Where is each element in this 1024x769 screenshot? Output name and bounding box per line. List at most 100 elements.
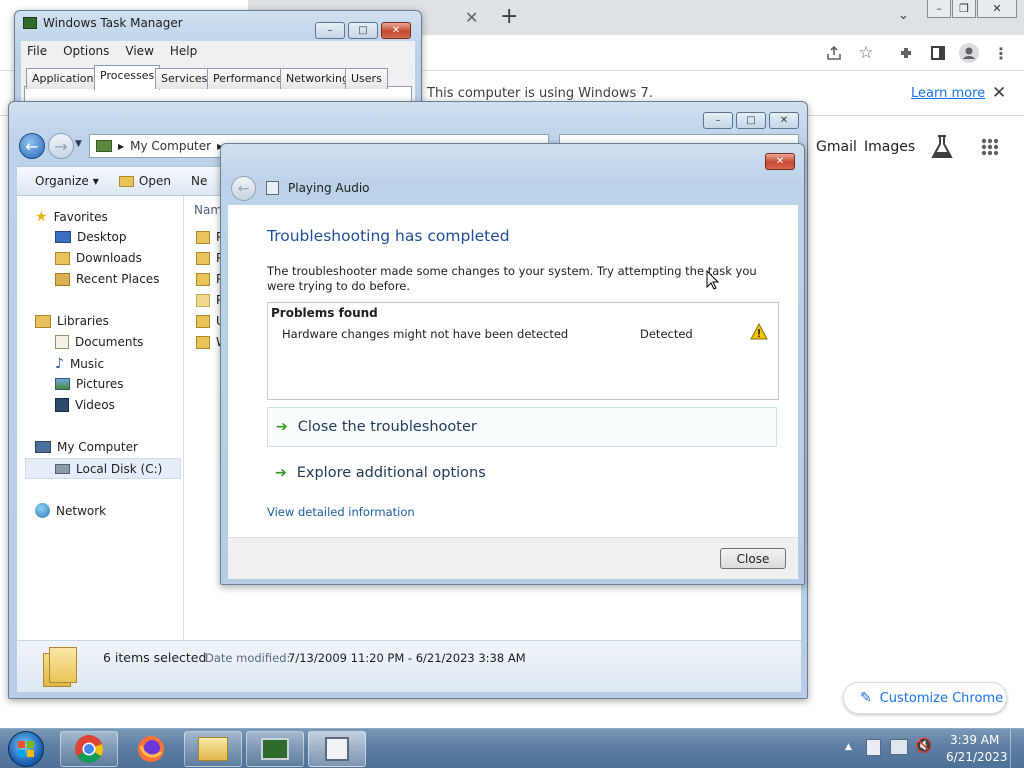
hard-drive-icon	[55, 463, 70, 474]
action-center-icon[interactable]	[866, 739, 881, 756]
chrome-minimize-button[interactable]: –	[927, 0, 951, 18]
nav-libraries-label: Libraries	[57, 314, 109, 328]
organize-button[interactable]: Organize ▼	[35, 174, 99, 188]
task-manager-title: Windows Task Manager	[43, 16, 183, 30]
tab-services[interactable]: Services	[155, 68, 214, 89]
labs-flask-icon[interactable]	[931, 134, 953, 163]
nav-recent-places[interactable]: Recent Places	[55, 272, 159, 286]
nav-network[interactable]: Network	[35, 503, 106, 518]
nav-favorites[interactable]: ★ Favorites	[35, 209, 108, 225]
forward-arrow-icon[interactable]: →	[48, 133, 74, 159]
folder-icon	[196, 272, 210, 286]
nav-favorites-label: Favorites	[53, 210, 108, 224]
explorer-maximize-button[interactable]: □	[736, 112, 766, 129]
breadcrumb-separator-icon: ▶	[118, 141, 125, 151]
tab-processes[interactable]: Processes	[94, 65, 161, 90]
history-dropdown-icon[interactable]: ▼	[75, 139, 82, 149]
explorer-close-button[interactable]: ✕	[769, 112, 799, 129]
clock-time[interactable]: 3:39 AM	[950, 733, 999, 747]
problem-row[interactable]: Hardware changes might not have been det…	[268, 322, 778, 345]
task-manager-taskbar-button[interactable]	[246, 731, 304, 767]
explore-options-option[interactable]: ➔ Explore additional options	[267, 453, 777, 493]
tab-networking[interactable]: Networking	[280, 68, 355, 89]
nav-my-computer-label: My Computer	[57, 440, 138, 454]
menu-view[interactable]: View	[125, 44, 153, 58]
close-troubleshooter-option[interactable]: ➔ Close the troubleshooter	[267, 407, 777, 447]
nav-music[interactable]: ♪ Music	[55, 356, 104, 372]
troubleshooter-taskbar-button[interactable]	[308, 731, 366, 767]
new-tab-icon[interactable]: +	[500, 4, 518, 29]
nav-downloads[interactable]: Downloads	[55, 251, 142, 265]
firefox-icon	[138, 736, 164, 762]
problem-name: Hardware changes might not have been det…	[282, 327, 569, 341]
learn-more-link[interactable]: Learn more	[911, 86, 985, 101]
nav-recent-places-label: Recent Places	[76, 272, 160, 286]
open-button[interactable]: Open	[118, 174, 171, 188]
customize-chrome-button[interactable]: ✎ Customize Chrome	[843, 682, 1007, 714]
nav-documents[interactable]: Documents	[55, 335, 143, 349]
nav-pictures[interactable]: Pictures	[55, 377, 124, 391]
menu-file[interactable]: File	[27, 44, 47, 58]
infobar-message: This computer is using Windows 7.	[427, 86, 653, 101]
date-modified-label: Date modified:	[205, 651, 291, 665]
firefox-taskbar-button[interactable]	[122, 731, 180, 767]
bookmark-star-icon[interactable]: ☆	[855, 42, 877, 64]
folder-icon	[196, 251, 210, 265]
folder-icon	[196, 335, 210, 349]
libraries-icon	[35, 314, 51, 328]
chrome-restore-button[interactable]: ❐	[952, 0, 976, 18]
name-column-header[interactable]: Nam	[194, 203, 222, 217]
share-icon[interactable]	[823, 42, 845, 64]
customize-chrome-label: Customize Chrome	[879, 690, 1004, 706]
extensions-icon[interactable]	[895, 42, 917, 64]
folder-icon	[196, 230, 210, 244]
nav-desktop[interactable]: Desktop	[55, 230, 127, 244]
task-manager-icon	[261, 738, 289, 760]
open-label: Open	[138, 174, 171, 188]
network-globe-icon	[35, 503, 50, 518]
infobar-close-icon[interactable]: ✕	[992, 83, 1006, 103]
back-arrow-icon[interactable]: ←	[231, 176, 256, 201]
dialog-footer: Close	[228, 537, 798, 579]
show-desktop-button[interactable]	[1010, 729, 1024, 769]
start-orb-icon[interactable]	[8, 731, 44, 767]
close-button[interactable]: Close	[720, 548, 786, 569]
organize-label: Organize	[35, 174, 89, 188]
dialog-close-button[interactable]: ✕	[765, 153, 795, 170]
chrome-taskbar-button[interactable]	[60, 731, 118, 767]
task-manager-icon	[23, 17, 37, 29]
tm-minimize-button[interactable]: –	[315, 22, 345, 39]
tab-users[interactable]: Users	[345, 68, 388, 89]
view-detailed-information-link[interactable]: View detailed information	[267, 505, 415, 519]
breadcrumb-my-computer[interactable]: My Computer	[130, 139, 211, 153]
tm-close-button[interactable]: ✕	[381, 22, 411, 39]
network-status-icon[interactable]	[890, 739, 908, 755]
nav-local-disk[interactable]: Local Disk (C:)	[25, 458, 181, 479]
tm-maximize-button[interactable]: □	[348, 22, 378, 39]
profile-avatar-icon[interactable]	[958, 42, 980, 64]
chrome-menu-icon[interactable]: ⋮	[990, 42, 1012, 64]
show-hidden-icons-icon[interactable]: ▲	[845, 742, 852, 752]
tab-performance[interactable]: Performance	[207, 68, 289, 89]
chevron-down-icon: ▼	[92, 176, 99, 186]
menu-options[interactable]: Options	[63, 44, 109, 58]
chrome-close-button[interactable]: ✕	[977, 0, 1017, 18]
nav-my-computer[interactable]: My Computer	[35, 440, 138, 454]
gmail-link[interactable]: Gmail	[816, 139, 857, 155]
images-link[interactable]: Images	[864, 139, 915, 155]
troubleshooter-icon	[325, 737, 349, 761]
dialog-title: Playing Audio	[288, 181, 370, 195]
new-folder-button[interactable]: Ne	[191, 174, 207, 188]
tab-close-icon[interactable]: ✕	[465, 8, 478, 27]
volume-muted-icon[interactable]: 🔇	[915, 738, 932, 754]
nav-videos[interactable]: Videos	[55, 398, 115, 412]
clock-date[interactable]: 6/21/2023	[946, 750, 1008, 764]
nav-libraries[interactable]: Libraries	[35, 314, 109, 328]
apps-grid-icon[interactable]	[981, 138, 999, 159]
back-arrow-icon[interactable]: ←	[19, 133, 45, 159]
tab-search-icon[interactable]: ⌄	[898, 8, 909, 23]
menu-help[interactable]: Help	[170, 44, 197, 58]
side-panel-icon[interactable]	[927, 42, 949, 64]
explorer-minimize-button[interactable]: –	[703, 112, 733, 129]
explorer-taskbar-button[interactable]	[184, 731, 242, 767]
